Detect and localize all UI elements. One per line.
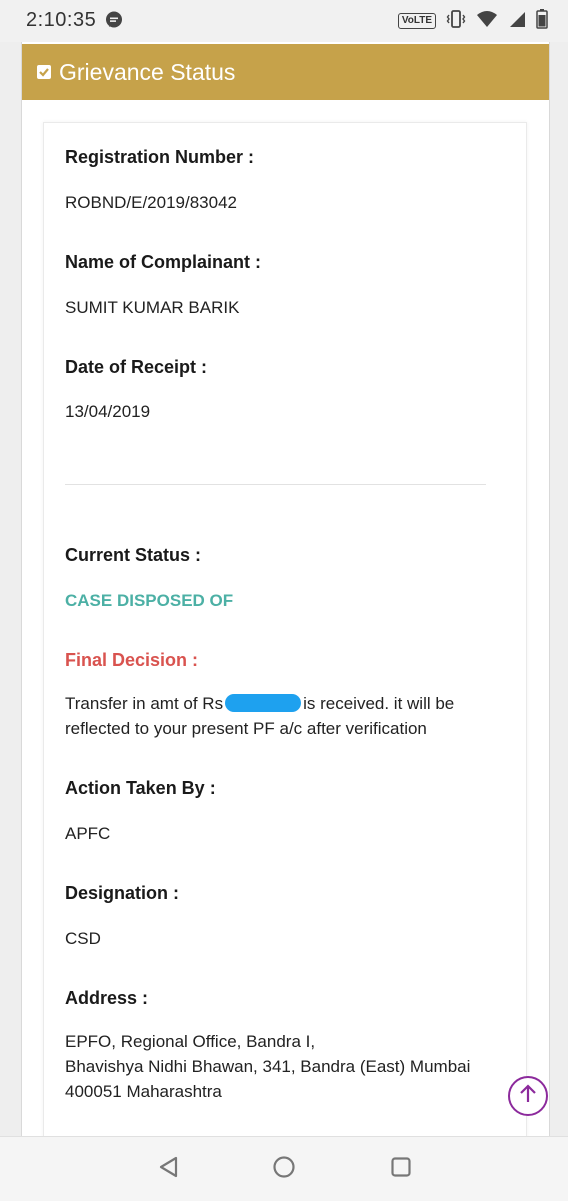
complainant-name-label: Name of Complainant :: [65, 252, 262, 272]
vibrate-icon: [446, 9, 466, 34]
date-of-receipt-label: Date of Receipt :: [65, 357, 208, 377]
current-status-value: CASE DISPOSED OF: [65, 591, 234, 610]
section-divider: [65, 484, 486, 485]
page-title: Grievance Status: [59, 58, 236, 85]
address-label: Address :: [65, 988, 149, 1008]
final-decision-label: Final Decision :: [65, 650, 199, 670]
wifi-icon: [476, 10, 498, 33]
final-decision-text: Transfer in amt of Rs is received. it wil…: [65, 691, 505, 741]
action-taken-by-value: APFC: [65, 824, 111, 843]
signal-icon: [508, 10, 526, 33]
chat-bubble-icon: [105, 11, 123, 29]
redacted-amount: [225, 694, 302, 712]
nav-home-button[interactable]: [270, 1155, 298, 1183]
battery-icon: [536, 8, 548, 34]
volte-badge: VoLTE: [397, 13, 436, 29]
checkbox-checked-icon: [37, 65, 51, 79]
final-decision-text-part-1: Transfer in amt of Rs: [65, 694, 224, 713]
scroll-to-top-button[interactable]: [508, 1076, 548, 1116]
navigation-bar: [0, 1136, 568, 1201]
current-status-label: Current Status :: [65, 545, 202, 565]
status-time: 2:10:35: [26, 9, 97, 31]
address-value: EPFO, Regional Office, Bandra I, Bhavish…: [65, 1029, 505, 1104]
address-line-2: Bhavishya Nidhi Bhawan, 341, Bandra (Eas…: [65, 1057, 471, 1101]
nav-recents-button[interactable]: [387, 1155, 415, 1183]
date-of-receipt-value: 13/04/2019: [65, 402, 151, 421]
grievance-details-card: Registration Number : ROBND/E/2019/83042…: [43, 122, 527, 1144]
registration-number-value: ROBND/E/2019/83042: [65, 193, 237, 212]
designation-value: CSD: [65, 929, 101, 948]
registration-number-label: Registration Number :: [65, 147, 255, 167]
action-taken-by-label: Action Taken By :: [65, 778, 216, 798]
address-line-1: EPFO, Regional Office, Bandra I,: [65, 1032, 316, 1051]
status-bar: 2:10:35 VoLTE: [0, 0, 568, 42]
designation-label: Designation :: [65, 883, 180, 903]
arrow-up-circle-icon: [517, 1083, 539, 1110]
complainant-name-value: SUMIT KUMAR BARIK: [65, 298, 240, 317]
home-circle-icon: [272, 1155, 296, 1184]
page-content: Grievance Status Registration Number : R…: [21, 42, 550, 1144]
recents-square-icon: [389, 1155, 413, 1184]
status-icons: VoLTE: [397, 8, 548, 34]
back-triangle-icon: [157, 1155, 181, 1184]
panel-header: Grievance Status: [22, 44, 549, 100]
nav-back-button[interactable]: [155, 1155, 183, 1183]
